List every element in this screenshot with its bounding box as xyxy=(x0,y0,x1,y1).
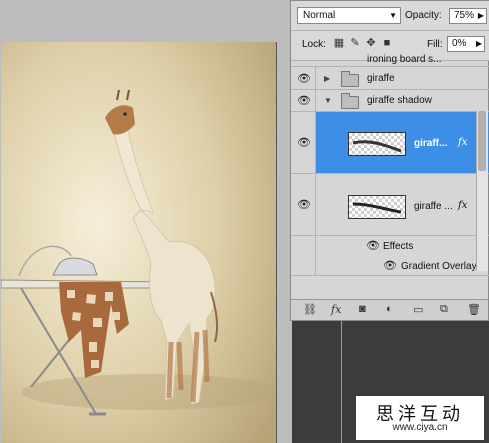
watermark-url: www.ciya.cn xyxy=(392,422,448,433)
add-mask-icon[interactable]: ◙ xyxy=(359,303,366,315)
layers-footer: ⛓ fx ◙ ◐ ▭ ⧉ 🗑 xyxy=(291,299,488,320)
chevron-right-icon: ▶ xyxy=(475,39,482,48)
fill-value: 0% xyxy=(452,38,467,49)
lock-all-icon[interactable]: ■ xyxy=(381,37,393,49)
lock-label: Lock: xyxy=(302,39,326,50)
eye-icon[interactable]: 👁 xyxy=(297,72,311,85)
visibility-cell[interactable]: 👁 xyxy=(291,112,316,173)
lock-image-icon[interactable]: ✎ xyxy=(349,37,361,49)
guide-line xyxy=(341,320,342,443)
blend-mode-value: Normal xyxy=(303,10,336,21)
fill-label: Fill: xyxy=(427,39,443,50)
layer-row-selected[interactable]: 👁 giraff... fx ▼ xyxy=(291,112,489,174)
opacity-label: Opacity: xyxy=(405,10,442,21)
layer-row[interactable]: 👁 giraffe ... fx ▼ xyxy=(291,174,489,236)
new-group-icon[interactable]: ▭ xyxy=(413,303,423,316)
trash-icon[interactable]: 🗑 xyxy=(467,303,481,316)
layer-effects-icon[interactable]: fx xyxy=(458,137,467,148)
visibility-cell[interactable] xyxy=(291,256,316,275)
layer-name: giraffe shadow xyxy=(367,95,432,106)
layer-thumbnail xyxy=(348,195,406,219)
expand-arrow-icon[interactable]: ▶ xyxy=(324,74,330,83)
chevron-right-icon: ▶ xyxy=(477,11,484,20)
fill-field[interactable]: 0% ▶ xyxy=(447,36,485,52)
folder-icon xyxy=(341,93,359,109)
layers-scrollbar[interactable] xyxy=(476,111,488,271)
layer-thumbnail xyxy=(348,132,406,156)
opacity-field[interactable]: 75% ▶ xyxy=(449,8,487,24)
link-layers-icon[interactable]: ⛓ xyxy=(303,303,317,316)
visibility-cell[interactable] xyxy=(291,236,316,256)
layer-name: giraff... xyxy=(414,138,448,149)
eye-icon[interactable]: 👁 xyxy=(297,94,311,107)
chevron-down-icon: ▼ xyxy=(389,11,397,20)
giraffe-artwork xyxy=(1,42,276,443)
eye-icon[interactable]: 👁 xyxy=(297,198,311,211)
layer-name: giraffe xyxy=(367,73,395,84)
visibility-cell[interactable]: 👁 xyxy=(291,90,316,111)
layer-name: giraffe ... xyxy=(414,201,453,212)
effect-name: Gradient Overlay xyxy=(401,261,477,272)
collapse-arrow-icon[interactable]: ▼ xyxy=(324,96,332,105)
effects-row[interactable]: 👁 Effects xyxy=(291,236,489,256)
new-layer-icon[interactable]: ⧉ xyxy=(440,303,448,316)
document-canvas[interactable] xyxy=(1,42,277,443)
lock-transparent-icon[interactable]: ▦ xyxy=(333,37,345,49)
adjustment-layer-icon[interactable]: ◐ xyxy=(386,303,393,315)
folder-icon xyxy=(341,71,359,87)
visibility-cell[interactable]: 👁 xyxy=(291,174,316,235)
lock-position-icon[interactable]: ✥ xyxy=(365,37,377,49)
layer-group-giraffe-shadow[interactable]: 👁 ▼ giraffe shadow xyxy=(291,90,489,112)
layer-effects-icon[interactable]: fx xyxy=(458,200,467,211)
layers-options-row: Normal ▼ Opacity: 75% ▶ xyxy=(291,1,489,31)
lock-icons: ▦ ✎ ✥ ■ xyxy=(333,37,393,49)
add-style-icon[interactable]: fx xyxy=(331,303,341,316)
eye-icon[interactable]: 👁 xyxy=(366,239,380,252)
eye-icon[interactable]: 👁 xyxy=(383,259,397,272)
eye-icon[interactable]: 👁 xyxy=(297,136,311,149)
opacity-value: 75% xyxy=(454,10,475,21)
document-workspace xyxy=(0,0,292,443)
watermark: 思洋互动 www.ciya.cn xyxy=(356,396,484,440)
layer-name: ironing board s... xyxy=(367,54,442,65)
scrollbar-thumb[interactable] xyxy=(478,111,486,171)
visibility-cell[interactable]: 👁 xyxy=(291,67,316,89)
layer-group-giraffe[interactable]: 👁 ▶ giraffe xyxy=(291,67,489,90)
blend-mode-select[interactable]: Normal ▼ xyxy=(297,7,401,24)
effects-label: Effects xyxy=(383,241,414,252)
layers-panel: Normal ▼ Opacity: 75% ▶ Lock: Fill: 0% ▶… xyxy=(290,0,489,321)
effect-row-gradient-overlay[interactable]: 👁 Gradient Overlay xyxy=(291,256,489,276)
